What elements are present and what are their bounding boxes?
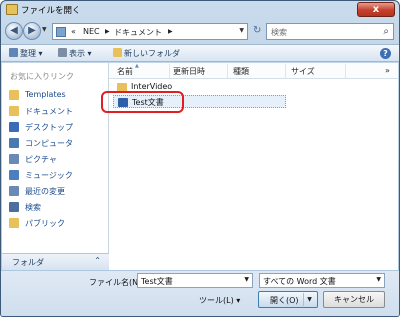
- address-dropdown[interactable]: ▼: [239, 27, 244, 34]
- tools-label: ツール(L): [199, 296, 234, 305]
- view-icon: [58, 48, 67, 57]
- chevron-down-icon[interactable]: ▼: [376, 276, 381, 283]
- back-button[interactable]: ◀: [5, 22, 23, 40]
- sidebar-item-label: ドキュメント: [25, 107, 73, 116]
- search-icon: [9, 202, 19, 212]
- location-icon: [56, 27, 66, 37]
- chevron-right-icon[interactable]: ▶: [105, 28, 110, 35]
- dialog-footer: ファイル名(N): Test文書 ▼ すべての Word 文書 ▼ ツール(L)…: [1, 271, 399, 316]
- music-icon: [9, 170, 19, 180]
- filetype-value: すべての Word 文書: [263, 277, 336, 286]
- desktop-icon: [9, 122, 19, 132]
- documents-icon: [9, 106, 19, 116]
- breadcrumb-nec[interactable]: NEC: [83, 27, 100, 36]
- column-modified[interactable]: 更新日時: [173, 66, 205, 77]
- open-button[interactable]: 開く(O) ▼: [258, 291, 318, 308]
- column-type[interactable]: 種類: [233, 66, 249, 77]
- sidebar-item-recent[interactable]: 最近の変更: [9, 184, 107, 199]
- chevron-down-icon[interactable]: ▼: [244, 276, 249, 283]
- open-label: 開く(O): [270, 296, 299, 305]
- window-title: ファイルを開く: [21, 6, 81, 16]
- forward-button[interactable]: ▶: [23, 22, 41, 40]
- sidebar-item-public[interactable]: パブリック: [9, 216, 107, 231]
- sidebar-item-desktop[interactable]: デスクトップ: [9, 120, 107, 135]
- chevron-up-icon: ⌃: [94, 256, 101, 265]
- title-bar: ファイルを開く x: [1, 1, 399, 19]
- new-folder-label: 新しいフォルダ: [124, 49, 180, 58]
- sidebar-item-label: 検索: [25, 203, 41, 212]
- sidebar-item-label: デスクトップ: [25, 123, 73, 132]
- sidebar-item-music[interactable]: ミュージック: [9, 168, 107, 183]
- help-icon[interactable]: ?: [380, 48, 391, 59]
- view-button[interactable]: 表示 ▾: [58, 48, 92, 59]
- folder-icon: [6, 4, 18, 15]
- folders-label: フォルダ: [12, 258, 44, 267]
- favorite-links-header: お気に入りリンク: [10, 72, 74, 81]
- organize-icon: [9, 48, 18, 57]
- folders-toggle[interactable]: フォルダ ⌃: [2, 253, 109, 270]
- new-folder-icon: [113, 48, 122, 57]
- sidebar-item-label: コンピュータ: [25, 139, 73, 148]
- recent-icon: [9, 186, 19, 196]
- organize-label: 整理: [20, 49, 36, 58]
- sort-indicator-icon: ▲: [135, 63, 139, 69]
- filename-value: Test文書: [141, 277, 173, 286]
- address-bar[interactable]: « NEC ▶ ドキュメント ▶ ▼: [52, 23, 248, 40]
- breadcrumb-documents[interactable]: ドキュメント: [114, 27, 162, 38]
- search-icon[interactable]: ⌕: [383, 26, 389, 37]
- sidebar-item-computer[interactable]: コンピュータ: [9, 136, 107, 151]
- column-divider[interactable]: [227, 64, 228, 78]
- favorite-links-pane: お気に入りリンク Templates ドキュメント デスクトップ コンピュータ …: [2, 63, 109, 270]
- sidebar-item-label: パブリック: [25, 219, 65, 228]
- column-divider[interactable]: [285, 64, 286, 78]
- file-name: InterVideo: [131, 82, 173, 91]
- recent-pages-dropdown[interactable]: ▼: [42, 26, 47, 33]
- public-folder-icon: [9, 218, 19, 228]
- cancel-button[interactable]: キャンセル: [323, 291, 385, 308]
- new-folder-button[interactable]: 新しいフォルダ: [113, 48, 180, 59]
- search-input[interactable]: 検索 ⌕: [266, 23, 394, 40]
- filetype-select[interactable]: すべての Word 文書 ▼: [259, 273, 385, 288]
- column-divider[interactable]: [169, 64, 170, 78]
- sidebar-item-templates[interactable]: Templates: [9, 88, 107, 103]
- view-label: 表示: [69, 49, 85, 58]
- sidebar-item-label: 最近の変更: [25, 187, 65, 196]
- sidebar-item-search[interactable]: 検索: [9, 200, 107, 215]
- address-row: ◀ ▶ ▼ « NEC ▶ ドキュメント ▶ ▼ ↻ 検索 ⌕: [1, 21, 399, 43]
- toolbar: 整理 ▾ 表示 ▾ 新しいフォルダ ?: [1, 44, 399, 62]
- organize-button[interactable]: 整理 ▾: [9, 48, 43, 59]
- column-header-row: ▲ 名前 更新日時 種類 サイズ »: [109, 63, 398, 79]
- sidebar-item-label: ピクチャ: [25, 155, 57, 164]
- close-button[interactable]: x: [357, 2, 395, 17]
- sidebar-item-label: Templates: [25, 90, 66, 99]
- filename-input[interactable]: Test文書 ▼: [137, 273, 253, 288]
- pictures-icon: [9, 154, 19, 164]
- breadcrumb-overflow[interactable]: «: [71, 27, 76, 36]
- refresh-icon[interactable]: ↻: [253, 25, 261, 36]
- chevron-right-icon[interactable]: ▶: [168, 28, 173, 35]
- filename-label: ファイル名(N):: [89, 278, 144, 287]
- sidebar-item-pictures[interactable]: ピクチャ: [9, 152, 107, 167]
- open-options-dropdown[interactable]: ▼: [303, 293, 315, 306]
- column-name[interactable]: 名前: [117, 66, 133, 77]
- computer-icon: [9, 138, 19, 148]
- more-columns-button[interactable]: »: [385, 66, 390, 75]
- sidebar-item-label: ミュージック: [25, 171, 73, 180]
- column-divider[interactable]: [345, 64, 346, 78]
- search-placeholder: 検索: [271, 28, 287, 37]
- sidebar-item-documents[interactable]: ドキュメント: [9, 104, 107, 119]
- tools-button[interactable]: ツール(L) ▾: [199, 295, 240, 306]
- red-highlight-annotation: [101, 91, 184, 113]
- open-file-dialog: ファイルを開く x ◀ ▶ ▼ « NEC ▶ ドキュメント ▶ ▼ ↻ 検索 …: [0, 0, 400, 317]
- column-size[interactable]: サイズ: [291, 66, 315, 77]
- folder-icon: [9, 90, 19, 100]
